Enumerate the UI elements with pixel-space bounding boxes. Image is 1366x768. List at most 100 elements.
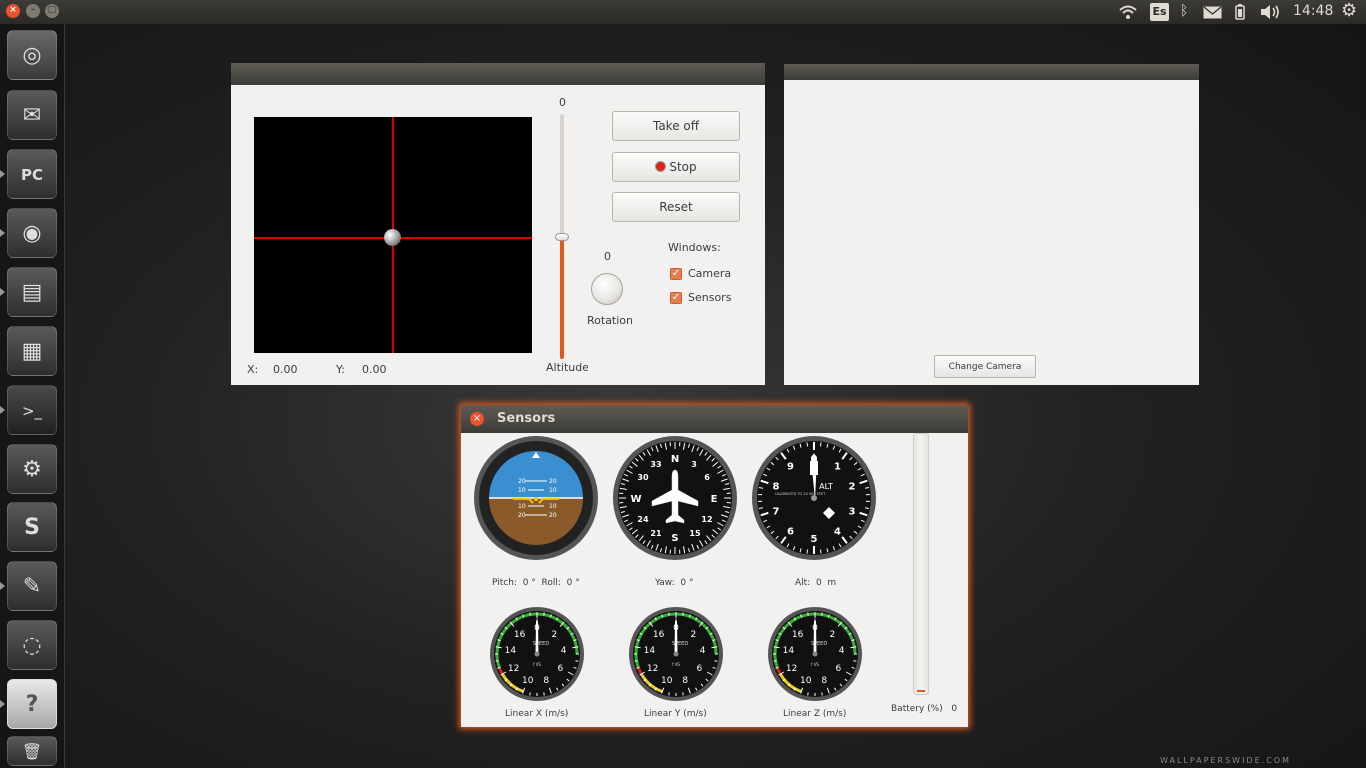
sensors-body: 20 20 10 10 10 10 20 20 N 3 6 E 12 15 S … — [461, 433, 968, 727]
files-icon[interactable]: ▤ — [7, 267, 57, 317]
camera-window: Change Camera — [784, 64, 1199, 385]
altimeter-mark: 4 — [834, 526, 841, 537]
sensors-window: × Sensors 20 20 10 10 10 10 20 20 N 3 6 … — [461, 405, 968, 727]
speed-mark: 8 — [821, 676, 827, 686]
linear-x-gauge: 0246810121416SPEEDf VS — [490, 607, 584, 701]
change-camera-button[interactable]: Change Camera — [934, 355, 1036, 378]
y-label: Y: — [336, 363, 345, 376]
sensors-checkbox-label[interactable]: Sensors — [688, 291, 731, 304]
window-close-button[interactable]: × — [6, 4, 20, 18]
reset-button[interactable]: Reset — [612, 192, 740, 222]
settings-gear-icon[interactable]: ⚙ — [1341, 0, 1357, 21]
help-icon[interactable]: ? — [7, 679, 57, 729]
gauge-tick — [668, 692, 670, 696]
speed-mark: 6 — [697, 664, 703, 674]
speed-mark: 8 — [682, 676, 688, 686]
joystick-handle[interactable] — [384, 229, 401, 246]
battery-readout: Battery (%) 0 — [891, 704, 957, 714]
running-indicator — [0, 288, 5, 296]
speed-mark: 10 — [800, 676, 812, 686]
speed-mark: 16 — [514, 630, 526, 640]
speed-unit-text: f VS — [672, 662, 680, 667]
y-value: 0.00 — [362, 363, 387, 376]
firefox-icon[interactable]: ◉ — [7, 208, 57, 258]
altitude-slider-handle[interactable] — [555, 232, 569, 241]
battery-value: 0 — [951, 704, 958, 714]
system-settings-icon[interactable]: ⚙ — [7, 444, 57, 494]
rotation-dial[interactable] — [591, 273, 623, 305]
heading-mark: 6 — [704, 473, 710, 482]
altimeter-tick — [820, 442, 822, 447]
heading-indicator: N 3 6 E 12 15 S 21 24 W 30 33 — [613, 436, 737, 560]
gauge-tick — [543, 692, 545, 696]
workspace-switcher-icon[interactable]: ▦ — [7, 326, 57, 376]
gauge-tick — [807, 692, 809, 696]
gauge-tick — [682, 612, 684, 616]
sublime-text-icon[interactable]: S — [7, 502, 57, 552]
screenshot-tool-icon[interactable]: ◌ — [7, 620, 57, 670]
wallpaper-watermark: WALLPAPERSWIDE.COM — [1160, 756, 1291, 765]
window-minimize-button[interactable]: – — [26, 4, 40, 18]
speed-mark: 2 — [551, 630, 557, 640]
terminal-icon[interactable]: >_ — [7, 385, 57, 435]
window-maximize-button[interactable]: □ — [45, 4, 59, 18]
roll-unit: ° — [575, 578, 580, 588]
altimeter-mark: 5 — [811, 534, 818, 545]
takeoff-button[interactable]: Take off — [612, 111, 740, 141]
sensors-close-button[interactable]: × — [470, 412, 484, 426]
volume-icon[interactable] — [1260, 4, 1281, 20]
pycharm-icon[interactable]: PC — [7, 149, 57, 199]
camera-checkbox-label[interactable]: Camera — [688, 267, 731, 280]
camera-checkbox[interactable]: ✓ — [670, 268, 682, 280]
gauge-tick — [634, 660, 638, 662]
altimeter-mark: 1 — [834, 462, 841, 473]
roll-label: Roll: — [541, 578, 561, 588]
altimeter: 0123456789 ALT CALIBRATED TO 20 000 FEET — [752, 436, 876, 560]
ubuntu-dash-icon[interactable]: ◎ — [7, 30, 57, 80]
gauge-tick — [529, 612, 531, 616]
bluetooth-icon[interactable]: ᛒ — [1180, 3, 1188, 19]
pitch-mark: 10 — [518, 487, 526, 494]
gauge-tick — [821, 612, 823, 616]
gauge-tick — [668, 612, 670, 616]
keyboard-layout-indicator[interactable]: Es — [1150, 3, 1169, 21]
alt-label: Alt: — [795, 578, 811, 588]
pitch-label: Pitch: — [492, 578, 517, 588]
gauge-tick — [714, 660, 718, 662]
speed-mark: 12 — [786, 664, 797, 674]
speed-mark: 12 — [647, 664, 658, 674]
sensors-titlebar[interactable]: × Sensors — [461, 405, 968, 433]
teleop-body: X: 0.00 Y: 0.00 0 Altitude 0 Rotation Ta… — [231, 85, 765, 385]
battery-label: Battery (%) — [891, 704, 943, 714]
heading-mark: W — [630, 494, 641, 505]
gauge-tick — [543, 612, 545, 616]
pitch-mark: 20 — [549, 478, 557, 485]
teleop-titlebar[interactable] — [231, 63, 765, 85]
text-editor-icon[interactable]: ✎ — [7, 561, 57, 611]
position-joystick-canvas[interactable] — [254, 117, 532, 353]
battery-icon[interactable] — [1235, 4, 1245, 20]
mail-icon[interactable] — [1203, 6, 1222, 19]
wifi-icon[interactable] — [1118, 4, 1138, 20]
trash-icon[interactable]: 🗑 — [7, 736, 57, 766]
record-dot-icon — [655, 161, 667, 172]
clock[interactable]: 14:48 — [1293, 3, 1333, 19]
altitude-slider-fill — [560, 236, 564, 359]
altitude-label: Altitude — [546, 361, 588, 374]
heading-mark: 33 — [650, 460, 661, 469]
gauge-hub — [534, 651, 540, 657]
pitch-unit: ° — [531, 578, 536, 588]
altimeter-mark: 2 — [849, 482, 856, 493]
camera-body: Change Camera — [784, 80, 1199, 385]
battery-level-bar — [913, 433, 929, 695]
thunderbird-icon[interactable]: ✉ — [7, 90, 57, 140]
sensors-checkbox[interactable]: ✓ — [670, 292, 682, 304]
windows-label: Windows: — [668, 241, 721, 254]
battery-level-fill — [917, 690, 925, 692]
camera-titlebar[interactable] — [784, 64, 1199, 80]
linear-z-gauge: 0246810121416SPEEDf VS — [768, 607, 862, 701]
gauge-tick — [495, 660, 499, 662]
running-indicator — [0, 229, 5, 237]
stop-button[interactable]: Stop — [612, 152, 740, 182]
alt-readout: Alt: 0 m — [795, 578, 836, 588]
